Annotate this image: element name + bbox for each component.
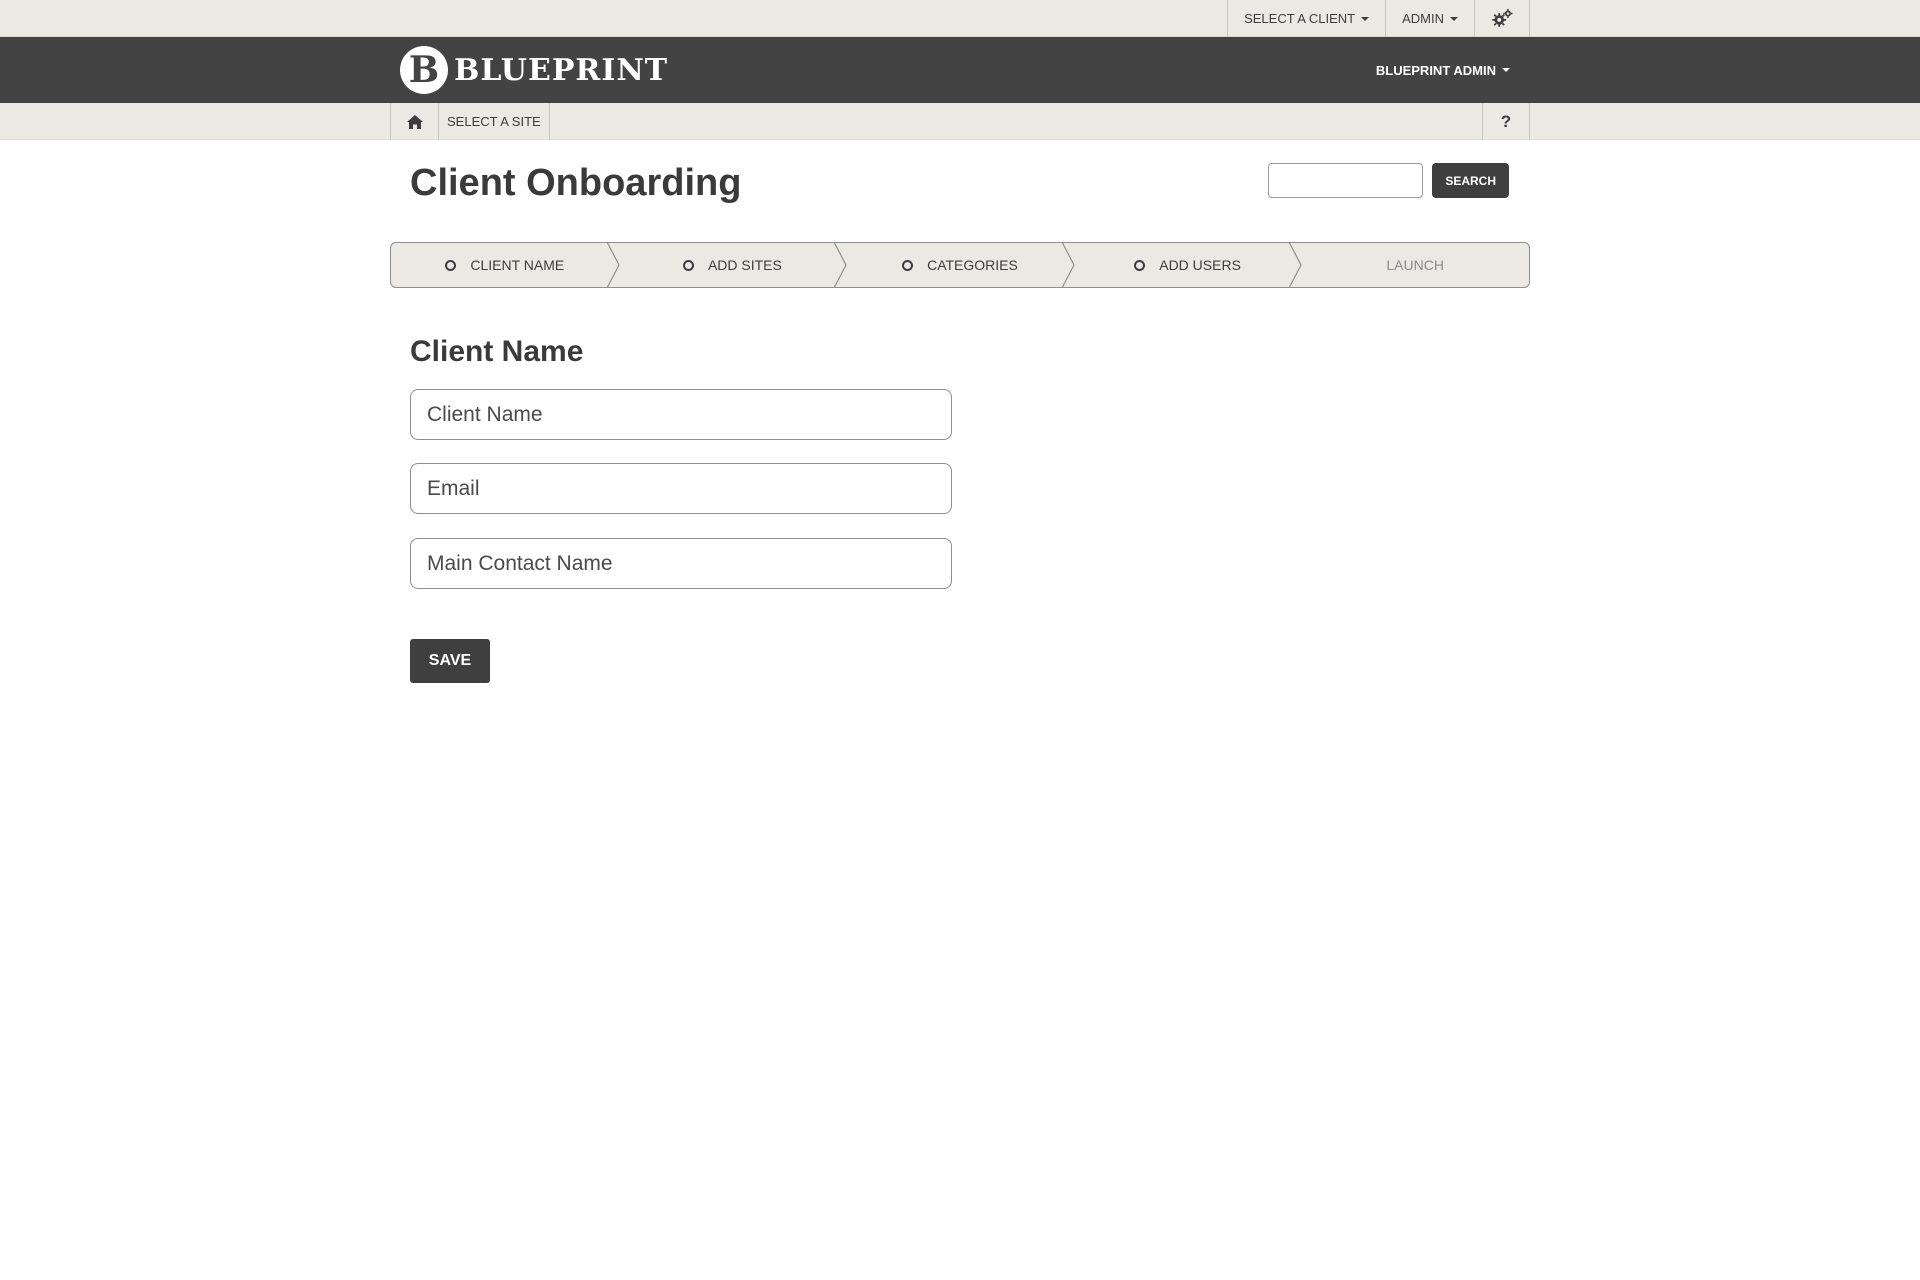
admin-dropdown[interactable]: ADMIN xyxy=(1385,0,1474,37)
home-icon xyxy=(406,114,423,129)
section-title: Client Name xyxy=(410,335,584,368)
chevron-right-icon xyxy=(606,243,631,287)
save-button[interactable]: SAVE xyxy=(410,639,490,683)
logo-text: BLUEPRINT xyxy=(454,52,669,88)
onboarding-steps: CLIENT NAME ADD SITES CATEGORIES ADD USE… xyxy=(390,242,1530,288)
caret-down-icon xyxy=(1502,68,1510,72)
select-site-link[interactable]: SELECT A SITE xyxy=(438,103,550,140)
search-button[interactable]: SEARCH xyxy=(1432,163,1509,198)
logo-mark: B xyxy=(400,46,448,94)
step-client-name[interactable]: CLIENT NAME xyxy=(391,243,631,287)
blueprint-logo[interactable]: B BLUEPRINT xyxy=(400,45,668,95)
page-title: Client Onboarding xyxy=(410,162,742,204)
site-nav-right: ? xyxy=(1482,103,1530,140)
client-name-input[interactable] xyxy=(410,389,952,440)
help-button[interactable]: ? xyxy=(1482,103,1530,140)
utility-bar: SELECT A CLIENT ADMIN xyxy=(0,0,1920,37)
caret-down-icon xyxy=(1450,16,1458,21)
settings-button[interactable] xyxy=(1474,0,1530,37)
circle-icon xyxy=(445,259,457,271)
site-nav: SELECT A SITE ? xyxy=(0,103,1920,140)
step-label: CATEGORIES xyxy=(927,257,1018,273)
circle-icon xyxy=(1134,259,1146,271)
search-input[interactable] xyxy=(1268,163,1424,198)
site-nav-left: SELECT A SITE xyxy=(390,103,550,140)
circle-icon xyxy=(682,259,694,271)
gears-icon xyxy=(1492,8,1513,27)
search-form: SEARCH xyxy=(1268,163,1509,198)
email-input[interactable] xyxy=(410,463,952,514)
user-menu-dropdown[interactable]: BLUEPRINT ADMIN xyxy=(1376,37,1510,103)
select-client-label: SELECT A CLIENT xyxy=(1244,11,1356,26)
admin-label: ADMIN xyxy=(1402,11,1444,26)
circle-icon xyxy=(902,259,914,271)
step-categories[interactable]: CATEGORIES xyxy=(846,243,1086,287)
utility-menu: SELECT A CLIENT ADMIN xyxy=(1227,0,1530,37)
user-menu-label: BLUEPRINT ADMIN xyxy=(1375,62,1496,78)
chevron-right-icon xyxy=(1061,243,1086,287)
chevron-right-icon xyxy=(834,243,859,287)
step-label: ADD SITES xyxy=(707,257,782,273)
step-label: CLIENT NAME xyxy=(470,257,565,273)
brand-header: B BLUEPRINT BLUEPRINT ADMIN xyxy=(0,37,1920,103)
main-contact-input[interactable] xyxy=(410,538,952,589)
home-button[interactable] xyxy=(390,103,438,140)
step-add-sites[interactable]: ADD SITES xyxy=(619,243,859,287)
step-add-users[interactable]: ADD USERS xyxy=(1074,243,1314,287)
step-launch: LAUNCH xyxy=(1301,243,1529,287)
select-client-dropdown[interactable]: SELECT A CLIENT xyxy=(1227,0,1385,37)
chevron-right-icon xyxy=(1289,243,1314,287)
step-label: ADD USERS xyxy=(1159,257,1241,273)
step-label: LAUNCH xyxy=(1386,257,1444,273)
caret-down-icon xyxy=(1361,16,1370,21)
